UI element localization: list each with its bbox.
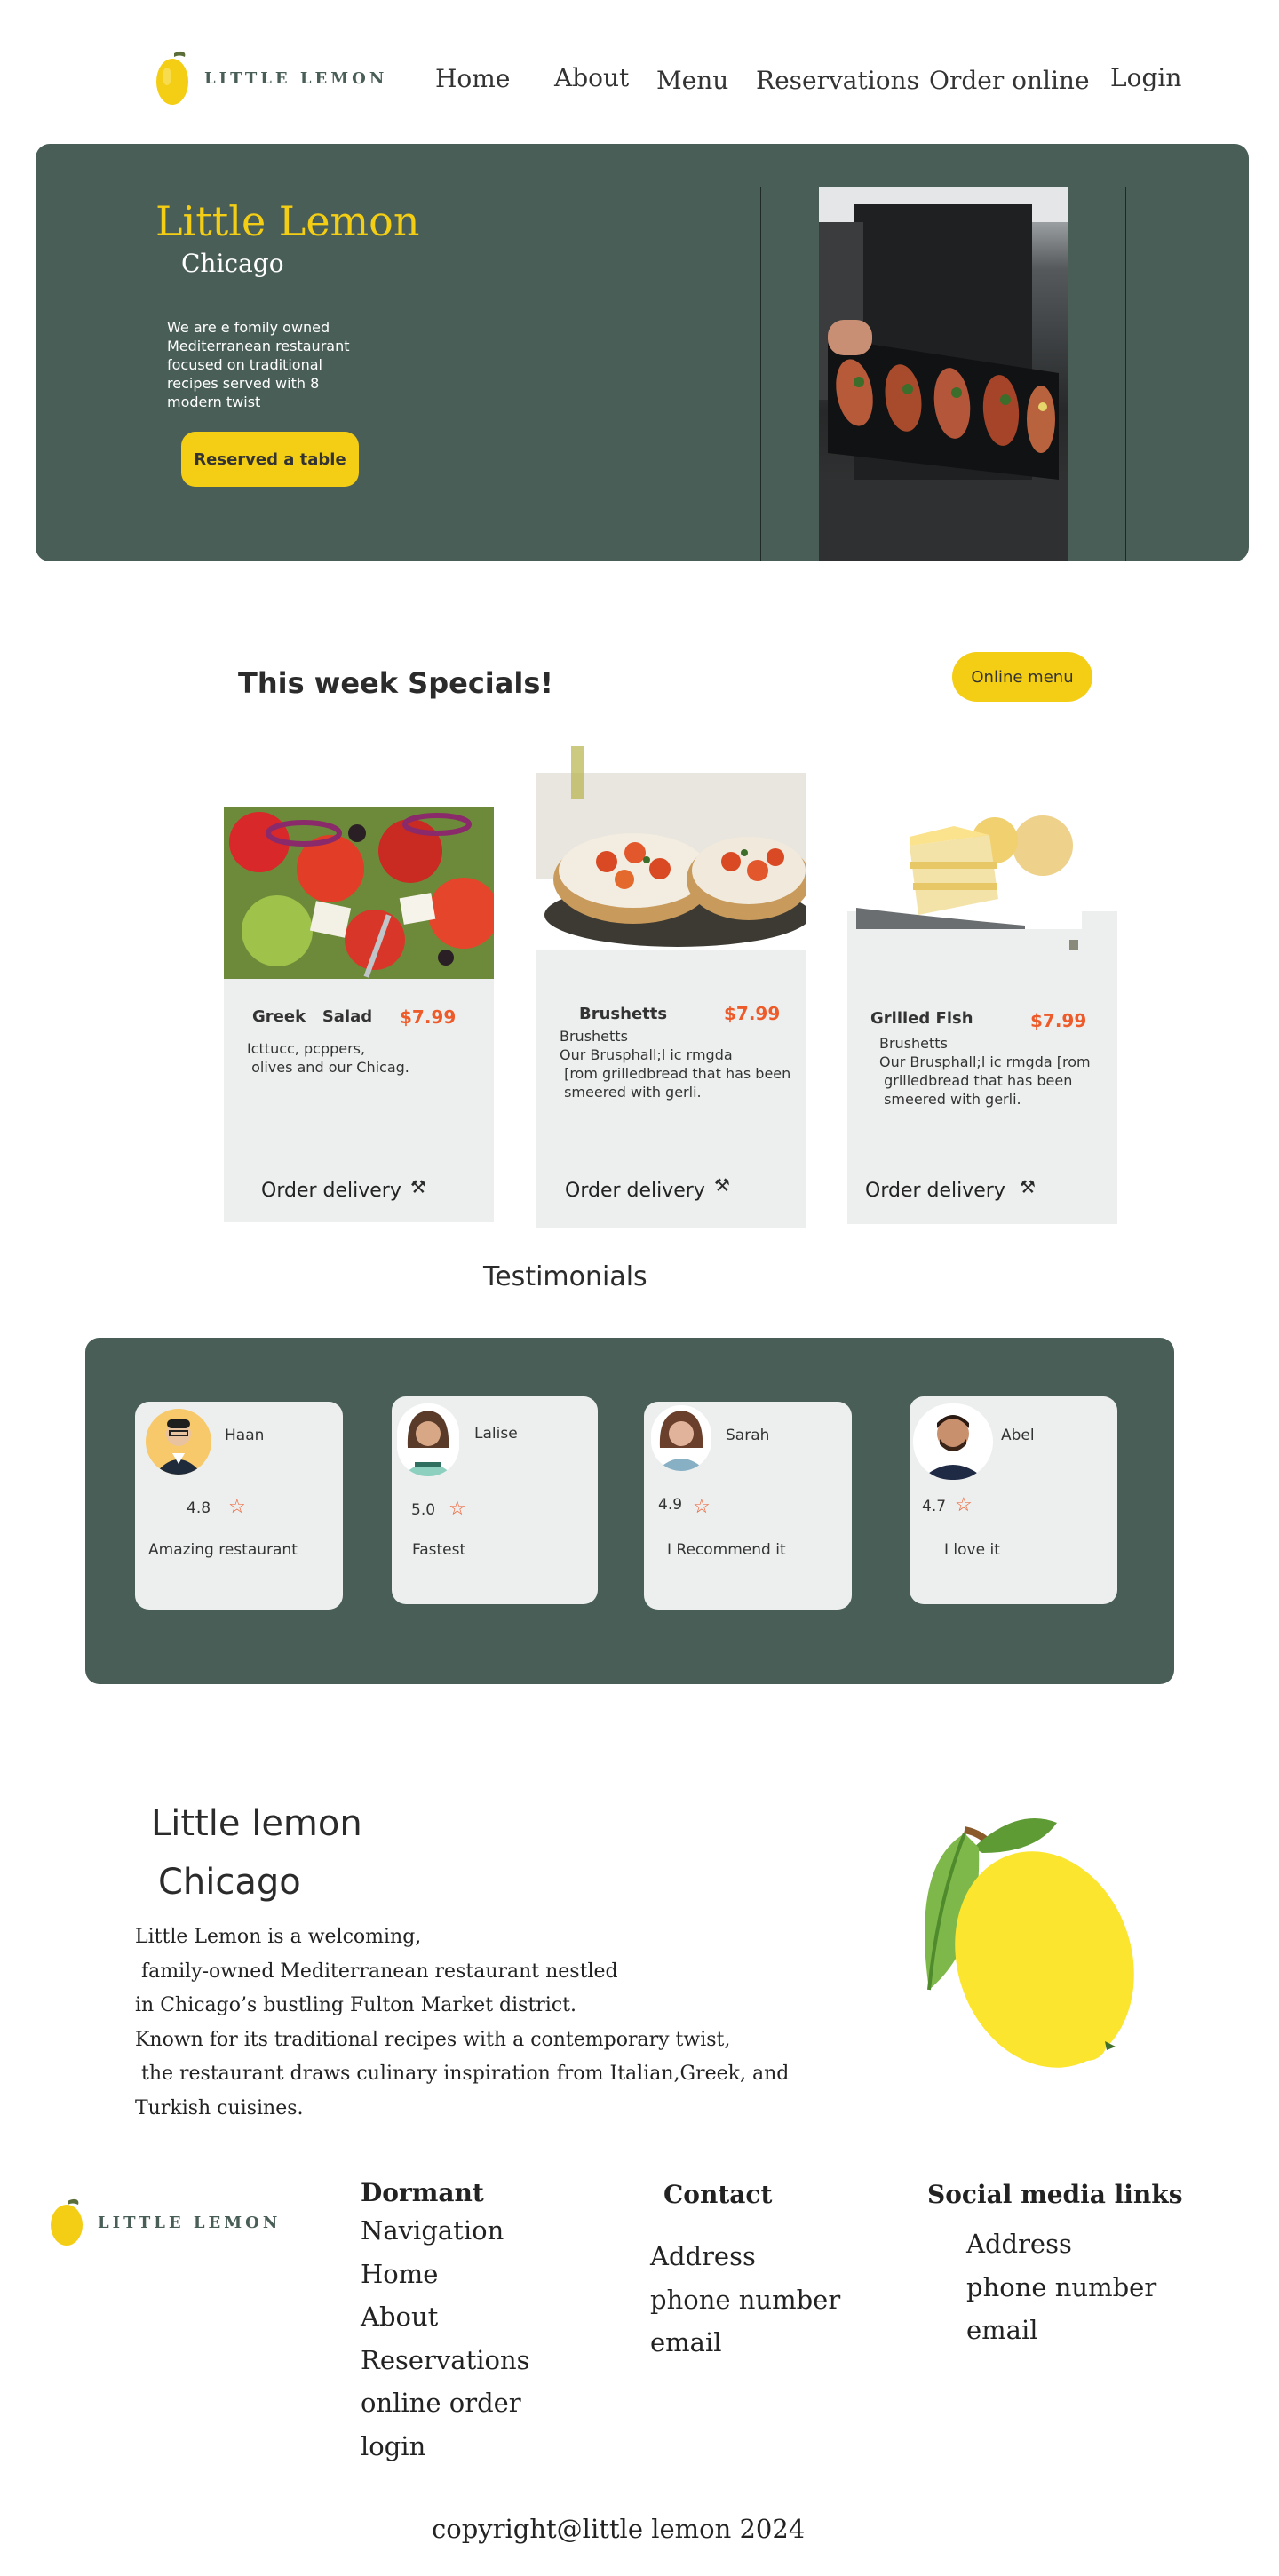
logo-text: LITTLE LEMON — [204, 68, 388, 88]
review-text: I Recommend it — [667, 1541, 786, 1559]
copyright-text: copyright@little lemon 2024 — [432, 2514, 806, 2544]
specials-title: This week Specials! — [238, 666, 553, 700]
nav-login[interactable]: Login — [1110, 63, 1181, 92]
about-title: Little lemon — [151, 1803, 362, 1844]
nav-menu[interactable]: Menu — [656, 66, 728, 95]
rating-value: 4.7 — [922, 1498, 947, 1515]
footer-link-about[interactable]: About — [361, 2295, 530, 2339]
decor-mark — [1069, 940, 1078, 950]
logo-text: LITTLE LEMON — [98, 2213, 282, 2232]
footer-link-online-order[interactable]: online order — [361, 2381, 530, 2425]
brushetts-image — [536, 746, 806, 950]
star-icon: ☆ — [693, 1495, 711, 1517]
about-line: Known for its traditional recipes with a… — [135, 2028, 731, 2051]
dish-price-greek-salad: $7.99 — [400, 1006, 457, 1028]
about-line: Turkish cuisines. — [135, 2096, 304, 2119]
footer-social-phone[interactable]: phone number — [966, 2266, 1156, 2310]
dish-price-brushetts: $7.99 — [724, 1003, 781, 1024]
about-subtitle: Chicago — [158, 1862, 301, 1903]
about-line: Little Lemon is a welcoming, — [135, 1926, 422, 1948]
testimonials-title: Testimonials — [483, 1261, 647, 1292]
nav-about[interactable]: About — [554, 63, 629, 92]
footer-col-dormant: Dormant Navigation Home About Reservatio… — [361, 2178, 530, 2468]
reserve-table-button[interactable]: Reserved a table — [181, 432, 359, 487]
star-icon: ☆ — [449, 1497, 466, 1519]
avatar — [651, 1405, 711, 1471]
footer-logo[interactable]: LITTLE LEMON — [50, 2198, 281, 2247]
review-text: I love it — [944, 1541, 1000, 1559]
reviewer-name: Haan — [225, 1427, 265, 1444]
dish-desc-greek-salad: Icttucc, pcppers, olives and our Chicag. — [247, 1040, 409, 1076]
order-delivery-greek-salad[interactable]: Order delivery — [261, 1180, 401, 1202]
dish-name-grilled-fish: Grilled Fish — [870, 1009, 973, 1028]
footer-link-reservations[interactable]: Reservations — [361, 2339, 530, 2382]
delivery-icon[interactable]: ⚒ — [714, 1174, 730, 1197]
footer-link-login[interactable]: login — [361, 2425, 530, 2469]
footer-link-address[interactable]: Address — [650, 2235, 840, 2278]
nav-order-online[interactable]: Order online — [929, 66, 1090, 95]
about-line: in Chicago’s bustling Fulton Market dist… — [135, 1994, 576, 2016]
footer-social-address[interactable]: Address — [966, 2222, 1156, 2266]
star-icon: ☆ — [228, 1495, 246, 1517]
about-line: family-owned Mediterranean restaurant ne… — [135, 1960, 618, 1983]
reviewer-name: Lalise — [474, 1425, 518, 1443]
waiter-bruschetta-image — [819, 187, 1068, 561]
footer-link-email[interactable]: email — [650, 2321, 840, 2365]
greek-salad-image — [224, 807, 494, 979]
delivery-icon[interactable]: ⚒ — [410, 1176, 426, 1198]
star-icon: ☆ — [955, 1493, 973, 1515]
dish-price-grilled-fish: $7.99 — [1030, 1010, 1087, 1031]
review-text: Fastest — [412, 1541, 466, 1559]
hero-photo — [819, 187, 1068, 561]
footer-col-social: Address phone number email — [966, 2222, 1156, 2352]
footer-heading: Dormant — [361, 2178, 484, 2207]
rating-value: 5.0 — [411, 1501, 436, 1519]
hero-subtitle: Chicago — [181, 249, 284, 278]
dish-desc-grilled-fish: Brushetts Our Brusphall;l ic rmgda [rom … — [879, 1035, 1091, 1108]
dish-desc-brushetts: Brushetts Our Brusphall;l ic rmgda [rom … — [560, 1028, 791, 1101]
rating-value: 4.9 — [658, 1496, 683, 1514]
footer-link-home[interactable]: Home — [361, 2253, 530, 2296]
order-delivery-grilled-fish[interactable]: Order delivery — [865, 1180, 1005, 1202]
reviewer-name: Abel — [1001, 1427, 1035, 1444]
avatar — [146, 1409, 211, 1475]
online-menu-button[interactable]: Online menu — [952, 652, 1092, 702]
hero-description: We are e fomily owned Mediterranean rest… — [167, 319, 350, 410]
footer-heading-contact: Contact — [663, 2180, 773, 2209]
footer-col-contact: Address phone number email — [650, 2235, 840, 2365]
lemon-illustration — [925, 1817, 1134, 2068]
rating-value: 4.8 — [187, 1499, 211, 1517]
review-text: Amazing restaurant — [148, 1541, 298, 1559]
footer-social-email[interactable]: email — [966, 2309, 1156, 2352]
nav-reservations[interactable]: Reservations — [756, 66, 919, 95]
lemon-cake-image — [856, 810, 1082, 929]
avatar — [913, 1403, 993, 1480]
order-delivery-brushetts[interactable]: Order delivery — [565, 1180, 705, 1202]
dish-name-greek-salad: Greek Salad — [252, 1007, 373, 1026]
hero-title: Little Lemon — [155, 197, 420, 245]
dish-name-brushetts: Brushetts — [579, 1005, 668, 1023]
footer-link-navigation[interactable]: Navigation — [361, 2209, 530, 2253]
lemon-logo-icon — [51, 2198, 83, 2246]
avatar — [397, 1403, 459, 1476]
lemon-logo-icon — [156, 51, 188, 105]
footer-link-phone[interactable]: phone number — [650, 2278, 840, 2322]
nav-home[interactable]: Home — [435, 64, 510, 93]
reviewer-name: Sarah — [726, 1427, 770, 1444]
about-text: Little Lemon is a welcoming, family-owne… — [135, 1920, 789, 2126]
delivery-icon[interactable]: ⚒ — [1020, 1176, 1036, 1198]
header-logo[interactable]: LITTLE LEMON — [155, 48, 387, 108]
footer-heading-social: Social media links — [927, 2180, 1183, 2209]
about-line: the restaurant draws culinary inspiratio… — [135, 2063, 790, 2085]
